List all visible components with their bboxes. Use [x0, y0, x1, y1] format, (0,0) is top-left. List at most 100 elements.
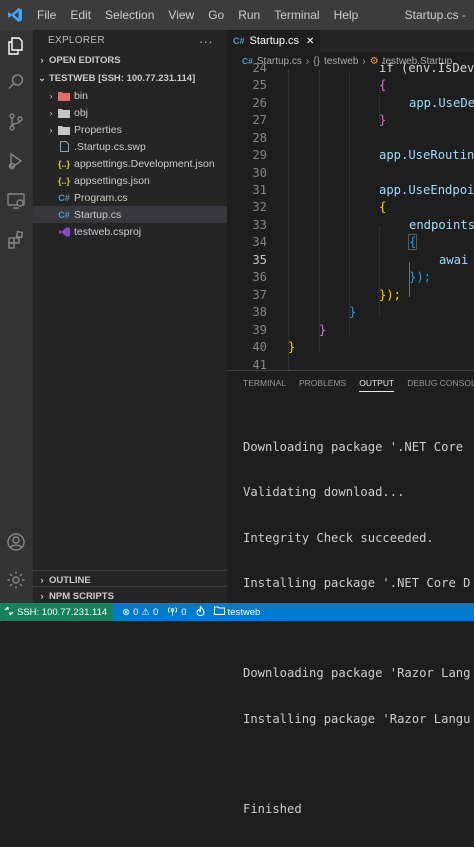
run-debug-icon[interactable] [4, 149, 28, 173]
panel-tabs: TERMINAL PROBLEMS OUTPUT DEBUG CONSOLE [227, 371, 474, 395]
menu-go[interactable]: Go [201, 0, 231, 30]
tree-item-label: appsettings.Development.json [74, 157, 215, 170]
tree-item-appsettings[interactable]: {..} appsettings.json [33, 172, 227, 189]
tree-item-appsettings-development[interactable]: {..} appsettings.Development.json [33, 155, 227, 172]
output-panel: TERMINAL PROBLEMS OUTPUT DEBUG CONSOLE D… [227, 370, 474, 816]
indent-guide [349, 70, 350, 335]
npm-scripts-label: NPM SCRIPTS [49, 590, 114, 602]
tab-problems[interactable]: PROBLEMS [299, 378, 346, 388]
explorer-title-text: EXPLORER [48, 34, 105, 46]
tab-startup-cs[interactable]: C# Startup.cs ✕ [227, 30, 321, 52]
tree-item-startup[interactable]: C# Startup.cs [33, 206, 227, 223]
editor-tabs: C# Startup.cs ✕ [227, 30, 474, 52]
chevron-right-icon: › [40, 591, 44, 601]
tree-item-label: Program.cs [74, 191, 128, 204]
menu-run[interactable]: Run [231, 0, 267, 30]
tree-item-label: testweb.csproj [74, 225, 142, 238]
workspace-section[interactable]: ⌄ TESTWEB [SSH: 100.77.231.114] [33, 69, 227, 87]
source-control-icon[interactable] [4, 110, 28, 134]
folder-bin-icon [57, 91, 71, 101]
broadcast-icon [167, 606, 178, 619]
output-line: Installing package 'Razor Langu [243, 711, 471, 726]
menu-selection[interactable]: Selection [98, 0, 161, 30]
remote-label: SSH: 100.77.231.114 [17, 606, 108, 618]
code-line: endpoints [409, 218, 474, 232]
tab-terminal[interactable]: TERMINAL [243, 378, 286, 388]
line-number: 41 [252, 358, 267, 370]
tree-item-bin[interactable]: › bin [33, 87, 227, 104]
file-icon [57, 141, 71, 152]
code-line: app.UseEndpoi [379, 183, 474, 197]
code-line: } [379, 113, 387, 127]
explorer-title: EXPLORER ··· [33, 30, 227, 50]
line-number: 29 [252, 148, 267, 162]
chevron-right-icon: › [49, 107, 53, 118]
tree-item-csproj[interactable]: testweb.csproj [33, 223, 227, 240]
code-line: } [288, 340, 296, 354]
tree-item-obj[interactable]: › obj [33, 104, 227, 121]
menu-view[interactable]: View [161, 0, 201, 30]
warning-count: 0 [152, 606, 159, 618]
code-line: }); [409, 270, 432, 284]
settings-gear-icon[interactable] [4, 568, 28, 592]
account-icon[interactable] [4, 530, 28, 554]
tree-item-label: Properties [74, 123, 122, 136]
open-editors-section[interactable]: › OPEN EDITORS [33, 51, 227, 69]
code-line: awai [439, 253, 469, 267]
problems-status[interactable]: ⊗ 0 ⚠ 0 [122, 607, 158, 618]
vscode-logo-icon [0, 0, 30, 30]
tab-debug-console[interactable]: DEBUG CONSOLE [407, 378, 474, 388]
tree-item-startup-swp[interactable]: .Startup.cs.swp [33, 138, 227, 155]
title-bar: File Edit Selection View Go Run Terminal… [0, 0, 474, 30]
code-line: } [319, 323, 327, 337]
explorer-icon[interactable] [4, 34, 28, 58]
chevron-right-icon: › [40, 575, 44, 585]
json-icon: {..} [57, 175, 70, 186]
line-number: 37 [252, 288, 267, 302]
menu-help[interactable]: Help [327, 0, 366, 30]
line-number: 32 [252, 200, 267, 214]
remote-icon [4, 606, 14, 619]
menu-edit[interactable]: Edit [63, 0, 98, 30]
ports-status[interactable]: 0 [167, 606, 187, 619]
remote-indicator[interactable]: SSH: 100.77.231.114 [0, 603, 114, 621]
breadcrumb-namespace[interactable]: testweb [324, 56, 358, 67]
error-count: 0 [133, 606, 139, 618]
close-icon[interactable]: ✕ [306, 36, 314, 47]
output-line: Finished [243, 802, 302, 817]
menu-terminal[interactable]: Terminal [267, 0, 326, 30]
activity-bar [0, 30, 33, 603]
output-line: Downloading package '.NET Core [243, 440, 464, 454]
indent-guide [319, 70, 320, 352]
output-line: Installing package '.NET Core D [243, 575, 471, 590]
line-number: 28 [252, 131, 267, 145]
error-icon: ⊗ [122, 606, 131, 618]
more-actions-icon[interactable]: ··· [199, 34, 213, 49]
line-number: 36 [252, 270, 267, 284]
tab-output[interactable]: OUTPUT [359, 378, 395, 392]
code-line: app.UseDe [409, 96, 474, 110]
remote-explorer-icon[interactable] [4, 189, 28, 213]
output-log: Downloading package '.NET Core Validatin… [243, 411, 470, 847]
tree-item-properties[interactable]: › Properties [33, 121, 227, 138]
folder-icon [57, 108, 71, 118]
search-icon[interactable] [4, 70, 28, 94]
tree-item-program[interactable]: C# Program.cs [33, 189, 227, 206]
project-status[interactable]: testweb [213, 606, 260, 618]
indent-guide [288, 70, 289, 370]
workspace-label: TESTWEB [SSH: 100.77.231.114] [49, 72, 196, 84]
code-line: { [379, 78, 387, 92]
code-line: app.UseRoutin [379, 148, 474, 162]
chevron-right-icon: › [49, 124, 53, 135]
csharp-icon: C# [58, 192, 70, 203]
output-line: Downloading package 'Razor Lang [243, 666, 471, 681]
extensions-icon[interactable] [4, 228, 28, 252]
code-line: { [379, 200, 387, 214]
chevron-right-icon: › [40, 55, 44, 65]
indent-guide [379, 227, 380, 317]
code-line: } [349, 305, 357, 319]
code-line: if (env.IsDevelo [379, 61, 474, 75]
menu-file[interactable]: File [30, 0, 63, 30]
flame-status[interactable] [196, 604, 205, 619]
